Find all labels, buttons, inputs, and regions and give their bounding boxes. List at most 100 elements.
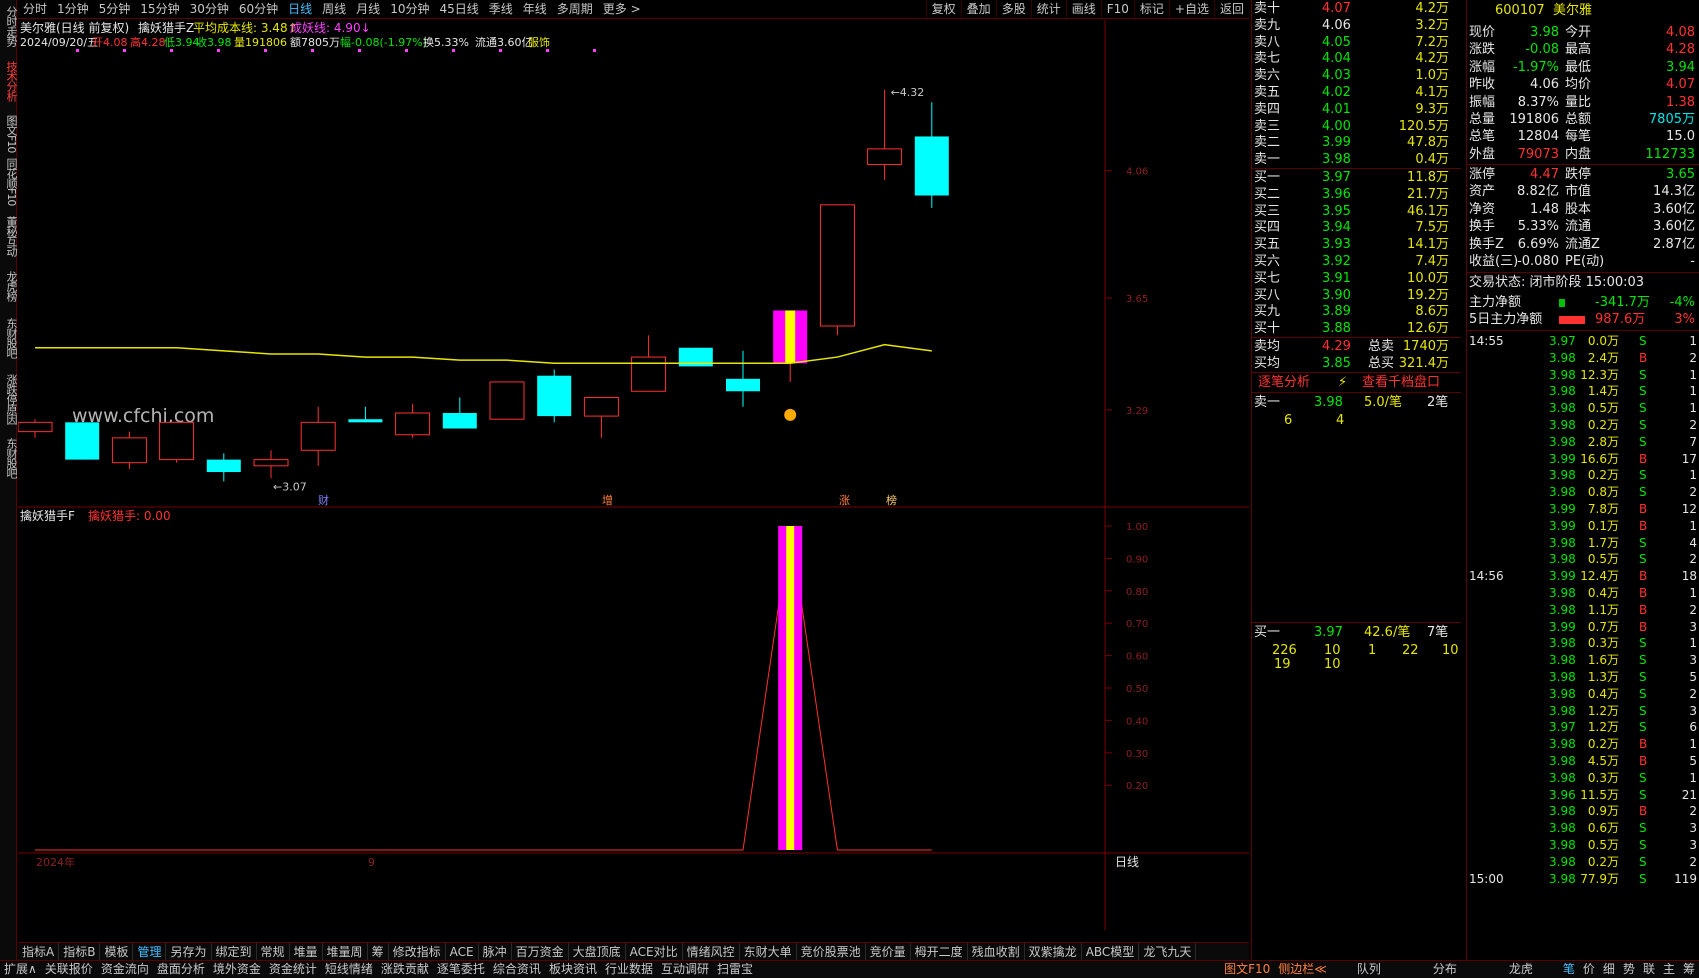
tool-button-3[interactable]: 统计: [1030, 0, 1066, 18]
indicator-tab-8[interactable]: 堆量周: [323, 943, 368, 960]
buy-row[interactable]: 买八 3.90 19.2万: [1252, 287, 1461, 305]
indicator-tab-10[interactable]: 修改指标: [389, 943, 446, 960]
tool-button-7[interactable]: +自选: [1168, 0, 1214, 18]
sell-row[interactable]: 卖四 4.01 9.3万: [1252, 101, 1461, 119]
footer-tab-5[interactable]: 资金统计: [265, 961, 321, 978]
period-tab-8[interactable]: 月线: [351, 0, 385, 18]
period-tab-7[interactable]: 周线: [317, 0, 351, 18]
footer-right-tab-9[interactable]: 联: [1639, 961, 1659, 978]
indicator-tab-13[interactable]: 百万资金: [512, 943, 569, 960]
indicator-tab-15[interactable]: ACE对比: [626, 943, 683, 960]
left-tab-7[interactable]: 涨跌停原因: [0, 368, 18, 430]
indicator-tab-17[interactable]: 东财大单: [740, 943, 797, 960]
left-tab-4[interactable]: 董秘互动: [0, 210, 18, 262]
period-tab-0[interactable]: 分时: [18, 0, 52, 18]
left-tab-5[interactable]: 龙虎榜: [0, 265, 18, 307]
footer-right-tab-11[interactable]: 筹: [1679, 961, 1699, 978]
footer-tab-10[interactable]: 板块资讯: [545, 961, 601, 978]
buy-row[interactable]: 买一 3.97 11.8万: [1252, 169, 1461, 187]
indicator-tab-4[interactable]: 另存为: [166, 943, 212, 960]
buy-row[interactable]: 买六 3.92 7.4万: [1252, 253, 1461, 271]
indicator-tab-24[interactable]: 龙飞九天: [1139, 943, 1197, 960]
sell-row[interactable]: 卖二 3.99 47.8万: [1252, 134, 1461, 152]
period-tab-11[interactable]: 季线: [484, 0, 518, 18]
buy-row[interactable]: 买二 3.96 21.7万: [1252, 186, 1461, 204]
tool-button-5[interactable]: F10: [1100, 0, 1134, 18]
footer-right-tab-3[interactable]: 分布: [1407, 961, 1483, 978]
buy-row[interactable]: 买三 3.95 46.1万: [1252, 203, 1461, 221]
indicator-tab-12[interactable]: 脉冲: [479, 943, 512, 960]
indicator-tab-23[interactable]: ABC模型: [1082, 943, 1140, 960]
indicator-tab-9[interactable]: 筹: [368, 943, 389, 960]
indicator-tab-20[interactable]: 栂开二度: [911, 943, 968, 960]
footer-tab-12[interactable]: 互动调研: [657, 961, 713, 978]
sell-row[interactable]: 卖八 4.05 7.2万: [1252, 34, 1461, 52]
buy-row[interactable]: 买七 3.91 10.0万: [1252, 270, 1461, 288]
indicator-tab-18[interactable]: 竞价股票池: [797, 943, 866, 960]
indicator-tab-16[interactable]: 情绪风控: [683, 943, 740, 960]
tool-button-1[interactable]: 叠加: [960, 0, 996, 18]
sell-row[interactable]: 卖十 4.07 4.2万: [1252, 0, 1461, 18]
indicator-tab-11[interactable]: ACE: [446, 943, 479, 960]
indicator-tab-0[interactable]: 指标A: [18, 943, 60, 960]
footer-tab-0[interactable]: 扩展∧: [0, 961, 41, 978]
footer-tab-7[interactable]: 涨跌贡献: [377, 961, 433, 978]
tab-order-analysis[interactable]: 逐笔分析: [1258, 374, 1310, 392]
footer-tab-9[interactable]: 综合资讯: [489, 961, 545, 978]
sell-row[interactable]: 卖三 4.00 120.5万: [1252, 118, 1461, 136]
period-tab-9[interactable]: 10分钟: [385, 0, 434, 18]
tool-button-4[interactable]: 画线: [1065, 0, 1101, 18]
indicator-tab-5[interactable]: 绑定到: [212, 943, 257, 960]
indicator-tab-1[interactable]: 指标B: [59, 943, 101, 960]
sell-row[interactable]: 卖一 3.98 0.4万: [1252, 151, 1461, 169]
left-tab-1[interactable]: 技术分析: [0, 55, 18, 107]
period-tab-14[interactable]: 更多 >: [598, 0, 646, 18]
period-tab-3[interactable]: 15分钟: [135, 0, 184, 18]
period-tab-10[interactable]: 45日线: [434, 0, 483, 18]
footer-tab-4[interactable]: 境外资金: [209, 961, 265, 978]
indicator-tab-21[interactable]: 残血收割: [968, 943, 1025, 960]
footer-right-tab-0[interactable]: 图文F10: [1220, 961, 1274, 978]
tool-button-8[interactable]: 返回: [1213, 0, 1249, 18]
footer-right-tab-10[interactable]: 主: [1659, 961, 1679, 978]
buy-row[interactable]: 买十 3.88 12.6万: [1252, 320, 1461, 338]
tool-button-0[interactable]: 复权: [925, 0, 961, 18]
sell-row[interactable]: 卖六 4.03 1.0万: [1252, 67, 1461, 85]
period-tab-13[interactable]: 多周期: [552, 0, 598, 18]
period-tab-12[interactable]: 年线: [518, 0, 552, 18]
tool-button-6[interactable]: 标记: [1133, 0, 1169, 18]
indicator-tab-7[interactable]: 堆量: [290, 943, 323, 960]
footer-tab-8[interactable]: 逐笔委托: [433, 961, 489, 978]
buy-row[interactable]: 买四 3.94 7.5万: [1252, 219, 1461, 237]
indicator-tab-6[interactable]: 常规: [257, 943, 290, 960]
period-tab-4[interactable]: 30分钟: [185, 0, 234, 18]
tab-depth[interactable]: 查看千档盘口: [1362, 374, 1440, 392]
period-tab-5[interactable]: 60分钟: [234, 0, 283, 18]
footer-tab-3[interactable]: 盘面分析: [153, 961, 209, 978]
indicator-tab-3[interactable]: 管理: [133, 943, 167, 960]
sell-row[interactable]: 卖五 4.02 4.1万: [1252, 84, 1461, 102]
left-tab-0[interactable]: 分时走势: [0, 0, 18, 52]
footer-tab-6[interactable]: 短线情绪: [321, 961, 377, 978]
footer-right-tab-7[interactable]: 细: [1599, 961, 1619, 978]
footer-right-tab-4[interactable]: 龙虎: [1483, 961, 1559, 978]
left-tab-8[interactable]: 东财股吧: [0, 432, 18, 484]
left-tab-3[interactable]: 同花顺F10: [0, 158, 18, 206]
kline-chart[interactable]: 美尔雅(日线 前复权) 擒妖猎手Z平均成本线: 3.48↑成妖线: 4.90↓ 20…: [18, 20, 1249, 930]
tool-button-2[interactable]: 多股: [995, 0, 1031, 18]
footer-right-tab-5[interactable]: 笔: [1559, 961, 1579, 978]
footer-right-tab-6[interactable]: 价: [1579, 961, 1599, 978]
footer-tab-13[interactable]: 扫雷宝: [713, 961, 757, 978]
period-tab-1[interactable]: 1分钟: [52, 0, 94, 18]
indicator-tab-19[interactable]: 竞价量: [866, 943, 911, 960]
buy-row[interactable]: 买九 3.89 8.6万: [1252, 303, 1461, 321]
buy-row[interactable]: 买五 3.93 14.1万: [1252, 236, 1461, 254]
indicator-tab-14[interactable]: 大盘顶底: [569, 943, 626, 960]
footer-right-tab-1[interactable]: 侧边栏≪: [1274, 961, 1331, 978]
sell-row[interactable]: 卖七 4.04 4.2万: [1252, 50, 1461, 68]
sell-row[interactable]: 卖九 4.06 3.2万: [1252, 17, 1461, 35]
footer-right-tab-2[interactable]: 队列: [1331, 961, 1407, 978]
footer-tab-2[interactable]: 资金流向: [97, 961, 153, 978]
indicator-tab-2[interactable]: 模板: [100, 943, 134, 960]
footer-tab-11[interactable]: 行业数据: [601, 961, 657, 978]
